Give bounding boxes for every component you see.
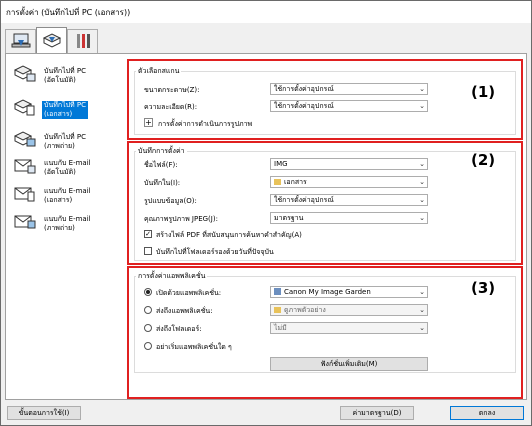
tab-scan-from-computer[interactable] <box>5 29 36 53</box>
ok-button[interactable]: ตกลง <box>450 406 524 420</box>
title-bar: การตั้งค่า (บันทึกไปที่ PC (เอกสาร)) <box>1 1 531 23</box>
sidebar-item-label: แนบกับ E-mail (อัตโนมัติ) <box>44 159 91 176</box>
window-title: การตั้งค่า (บันทึกไปที่ PC (เอกสาร)) <box>6 8 131 17</box>
send-to-folder-radio[interactable] <box>144 324 152 332</box>
chevron-down-icon: ⌄ <box>419 85 425 93</box>
sidebar-item-label: แนบกับ E-mail (ภาพถ่าย) <box>44 215 91 232</box>
paper-size-label: ขนาดกระดาษ(Z): <box>144 86 200 94</box>
sidebar: บันทึกไปที่ PC (อัตโนมัติ) บันทึกไปที่ PC… <box>10 59 119 395</box>
pdf-keyword-label: สร้างไฟล์ PDF ที่สนับสนุนการค้นหาคำสำคัญ… <box>156 231 302 239</box>
canon-app-icon <box>274 288 281 295</box>
chevron-down-icon: ⌄ <box>419 288 425 296</box>
sidebar-item-pc-auto[interactable]: บันทึกไปที่ PC (อัตโนมัติ) <box>10 61 119 91</box>
send-to-folder-select[interactable]: ไม่มี ⌄ <box>270 322 428 334</box>
sidebar-item-email-document[interactable]: แนบกับ E-mail (เอกสาร) <box>10 181 119 211</box>
pdf-keyword-checkbox[interactable]: ✓ <box>144 230 152 238</box>
pc-auto-icon <box>13 65 36 83</box>
open-with-select[interactable]: Canon My Image Garden ⌄ <box>270 286 428 298</box>
sidebar-item-pc-document[interactable]: บันทึกไปที่ PC (เอกสาร) <box>10 95 119 125</box>
pc-photo-icon <box>13 131 36 149</box>
sidebar-item-email-photo[interactable]: แนบกับ E-mail (ภาพถ่าย) <box>10 209 119 239</box>
sidebar-item-label: แนบกับ E-mail (เอกสาร) <box>44 187 91 204</box>
no-app-label: อย่าเริ่มแอพพลิเคชั่นใด ๆ <box>156 343 232 351</box>
instructions-button[interactable]: ขั้นตอนการใช้(I) <box>7 406 81 420</box>
subfolder-label: บันทึกไปที่โฟลเดอร์รองด้วยวันที่ปัจจุบัน <box>156 248 274 256</box>
email-auto-icon <box>14 157 36 175</box>
chevron-down-icon: ⌄ <box>419 306 425 314</box>
general-settings-icon <box>73 33 93 51</box>
chevron-down-icon: ⌄ <box>419 324 425 332</box>
save-in-select[interactable]: เอกสาร ⌄ <box>270 176 428 188</box>
chevron-down-icon: ⌄ <box>419 196 425 204</box>
send-to-folder-label: ส่งถึงโฟลเดอร์: <box>156 325 202 333</box>
send-to-app-select[interactable]: ดูภาพตัวอย่าง ⌄ <box>270 304 428 316</box>
sidebar-item-label: บันทึกไปที่ PC (เอกสาร) <box>42 101 88 119</box>
data-format-select[interactable]: ใช้การตั้งค่าอุปกรณ์ ⌄ <box>270 194 428 206</box>
defaults-button[interactable]: ค่ามาตรฐาน(D) <box>340 406 414 420</box>
chevron-down-icon: ⌄ <box>419 214 425 222</box>
expand-image-processing-button[interactable]: + <box>144 118 153 127</box>
subfolder-checkbox[interactable] <box>144 247 152 255</box>
pc-document-icon <box>13 99 36 117</box>
tab-general-settings[interactable] <box>67 29 98 53</box>
more-functions-button[interactable]: ฟังก์ชั่นเพิ่มเติม(M) <box>270 357 428 371</box>
send-to-app-radio[interactable] <box>144 306 152 314</box>
paper-size-select[interactable]: ใช้การตั้งค่าอุปกรณ์ ⌄ <box>270 83 428 95</box>
resolution-label: ความละเอียด(R): <box>144 103 198 111</box>
tab-scan-from-panel[interactable] <box>36 27 67 53</box>
filename-select[interactable]: IMG ⌄ <box>270 158 428 170</box>
section-badge-1: (1) <box>471 83 496 101</box>
scan-options-legend: ตัวเลือกสแกน <box>136 66 182 77</box>
settings-window: การตั้งค่า (บันทึกไปที่ PC (เอกสาร)) บัน… <box>0 0 532 426</box>
scan-from-panel-icon <box>42 32 62 50</box>
filename-label: ชื่อไฟล์(F): <box>144 161 178 169</box>
folder-icon <box>274 307 281 313</box>
jpeg-quality-select[interactable]: มาตรฐาน ⌄ <box>270 212 428 224</box>
send-to-app-label: ส่งถึงแอพพลิเคชั่น: <box>156 307 213 315</box>
chevron-down-icon: ⌄ <box>419 102 425 110</box>
data-format-label: รูปแบบข้อมูล(O): <box>144 197 197 205</box>
chevron-down-icon: ⌄ <box>419 178 425 186</box>
open-with-radio[interactable] <box>144 288 152 296</box>
email-document-icon <box>14 185 36 203</box>
app-settings-legend: การตั้งค่าแอพพลิเคชั่น <box>136 271 208 282</box>
save-in-label: บันทึกใน(I): <box>144 179 181 187</box>
section-badge-2: (2) <box>471 151 496 169</box>
email-photo-icon <box>14 213 36 231</box>
resolution-select[interactable]: ใช้การตั้งค่าอุปกรณ์ ⌄ <box>270 100 428 112</box>
folder-icon <box>274 179 281 185</box>
scan-from-computer-icon <box>11 33 31 51</box>
jpeg-quality-label: คุณภาพรูปภาพ JPEG(J): <box>144 215 218 223</box>
no-app-radio[interactable] <box>144 342 152 350</box>
sidebar-item-label: บันทึกไปที่ PC (อัตโนมัติ) <box>44 67 86 84</box>
section-badge-3: (3) <box>471 279 496 297</box>
sidebar-item-label: บันทึกไปที่ PC (ภาพถ่าย) <box>44 133 86 150</box>
sidebar-item-email-auto[interactable]: แนบกับ E-mail (อัตโนมัติ) <box>10 153 119 183</box>
image-processing-label: การตั้งค่าการดำเนินการรูปภาพ <box>158 120 253 128</box>
chevron-down-icon: ⌄ <box>419 160 425 168</box>
open-with-label: เปิดด้วยแอพพลิเคชั่น: <box>156 289 222 297</box>
save-settings-legend: บันทึกการตั้งค่า <box>136 146 187 157</box>
